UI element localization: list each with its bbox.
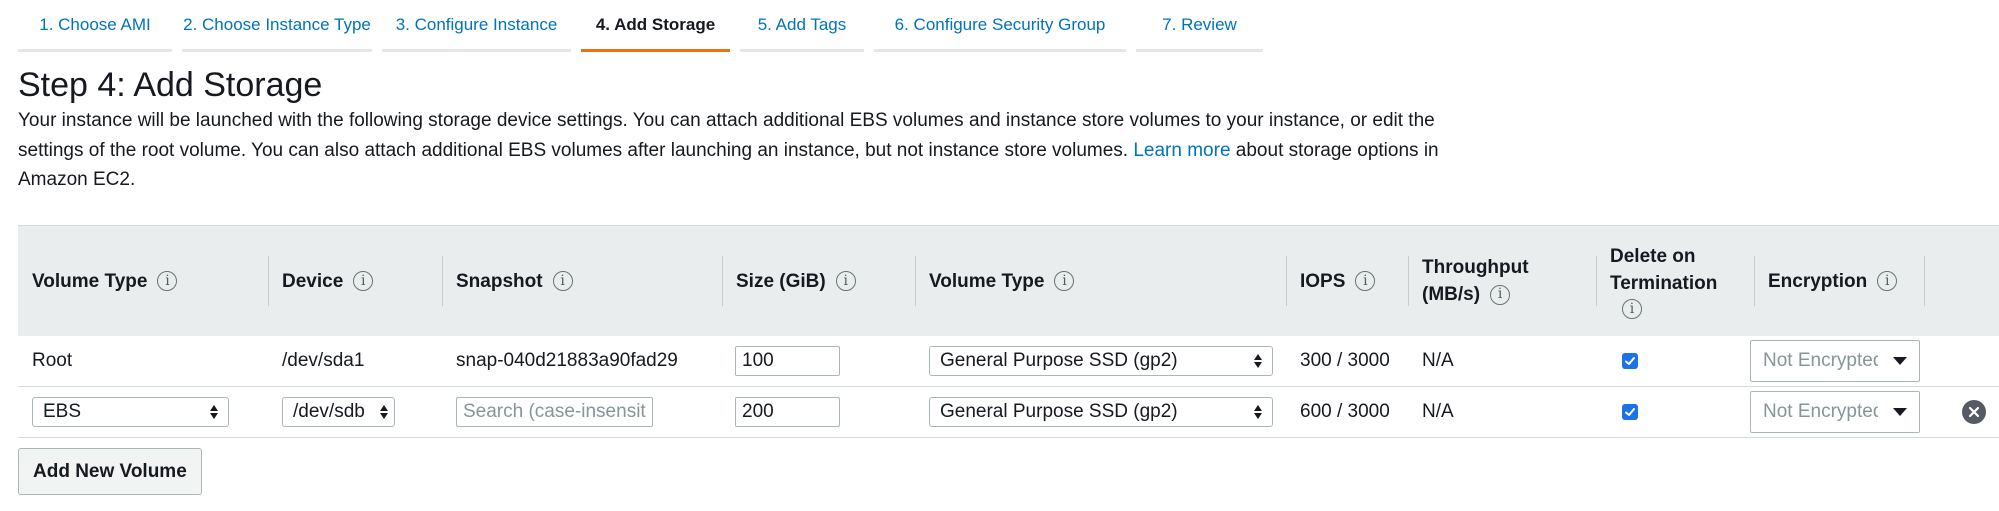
checkmark-icon [1625,357,1635,365]
header-snapshot: Snapshot i [442,226,573,336]
info-icon[interactable]: i [1877,271,1898,291]
header-throughput-line1: Throughput [1422,257,1529,278]
header-size: Size (GiB) i [722,226,856,336]
header-iops-label: IOPS [1300,270,1346,292]
header-volume-type: Volume Type i [32,226,178,336]
header-throughput-label: Throughput (MB/s) i [1422,254,1529,308]
row-delete-cell [1622,387,1638,437]
row-volume-type: Root [32,350,73,371]
header-ebs-volume-type: Volume Type i [915,226,1075,336]
row-volume-type-cell: EBS [32,387,229,437]
tab-configure-instance[interactable]: 3. Configure Instance [382,0,571,52]
info-icon[interactable]: i [353,271,374,291]
info-icon[interactable]: i [1490,284,1511,305]
row-iops: 600 / 3000 [1300,401,1390,422]
volume-type-select-value: EBS [43,401,82,422]
row-size-cell [735,387,840,437]
header-encryption: Encryption i [1754,226,1926,336]
header-iops: IOPS i [1286,226,1376,336]
volume-type-select[interactable]: EBS [32,397,229,427]
caret-down-icon [1893,408,1907,416]
row-size-cell [735,336,840,386]
encryption-select-value: Not Encrypted [1763,350,1878,371]
tab-configure-security-group[interactable]: 6. Configure Security Group [874,0,1126,52]
info-icon[interactable]: i [1622,299,1642,319]
row-device: /dev/sda1 [282,350,365,371]
header-delete-line1: Delete on [1610,246,1696,267]
tab-choose-instance-type[interactable]: 2. Choose Instance Type [182,0,372,52]
header-volume-type-label: Volume Type [32,270,148,292]
header-device: Device i [268,226,374,336]
header-delete-on-termination: Delete on Termination i [1596,226,1717,336]
row-throughput: N/A [1422,401,1454,422]
header-delete-info-wrap: i [1610,299,1717,319]
up-down-caret-icon [380,405,388,419]
row-encryption-cell: Not Encrypted [1750,387,1920,437]
row-ebs-volume-type-cell: General Purpose SSD (gp2) [929,336,1273,386]
table-row: Root /dev/sda1 snap-040d21883a90fad29 Ge… [18,336,1999,387]
volume-type-select-value: General Purpose SSD (gp2) [940,350,1178,371]
delete-on-termination-checkbox[interactable] [1622,353,1638,369]
add-new-volume-button[interactable]: Add New Volume [18,448,202,495]
info-icon[interactable]: i [552,271,573,291]
header-snapshot-label: Snapshot [456,270,543,292]
header-throughput: Throughput (MB/s) i [1408,226,1529,336]
volume-type-select[interactable]: General Purpose SSD (gp2) [929,346,1273,376]
volume-type-select[interactable]: General Purpose SSD (gp2) [929,397,1273,427]
learn-more-link[interactable]: Learn more [1133,140,1230,161]
size-input[interactable] [735,346,840,376]
up-down-caret-icon [1254,354,1262,368]
info-icon[interactable]: i [835,271,856,291]
up-down-caret-icon [1254,405,1262,419]
device-select-value: /dev/sdb [293,401,365,422]
storage-table-header: Volume Type i Device i Snapshot i Size (… [18,225,1999,336]
info-icon[interactable]: i [1054,271,1075,291]
device-select[interactable]: /dev/sdb [282,397,395,427]
info-icon[interactable]: i [1355,271,1376,291]
encryption-select[interactable]: Not Encrypted [1750,391,1920,433]
tab-add-storage[interactable]: 4. Add Storage [581,0,730,52]
row-encryption-cell: Not Encrypted [1750,336,1920,386]
header-device-label: Device [282,270,344,292]
header-delete-line2: Termination [1610,273,1718,294]
delete-on-termination-checkbox[interactable] [1622,404,1638,420]
row-iops: 300 / 3000 [1300,350,1390,371]
encryption-select[interactable]: Not Encrypted [1750,340,1920,382]
info-icon[interactable]: i [157,271,178,291]
header-throughput-line2: (MB/s) [1422,284,1481,305]
page-description: Your instance will be launched with the … [18,106,1458,195]
row-device-cell: /dev/sdb [282,387,395,437]
page-title: Step 4: Add Storage [18,66,323,104]
caret-down-icon [1893,357,1907,365]
row-delete-cell [1622,336,1638,386]
encryption-select-value: Not Encrypted [1763,401,1878,422]
tab-choose-ami[interactable]: 1. Choose AMI [18,0,172,52]
row-throughput: N/A [1422,350,1454,371]
row-snapshot: snap-040d21883a90fad29 [456,350,678,371]
up-down-caret-icon [210,405,218,419]
size-input[interactable] [735,397,840,427]
volume-type-select-value: General Purpose SSD (gp2) [940,401,1178,422]
tab-add-tags[interactable]: 5. Add Tags [740,0,864,52]
row-snapshot-cell [456,387,653,437]
snapshot-search-input[interactable] [456,397,653,427]
checkmark-icon [1625,408,1635,416]
close-icon [1968,406,1980,418]
row-ebs-volume-type-cell: General Purpose SSD (gp2) [929,387,1273,437]
wizard-tabs: 1. Choose AMI 2. Choose Instance Type 3.… [18,0,1273,52]
tab-review[interactable]: 7. Review [1136,0,1263,52]
header-delete-label: Delete on Termination i [1610,243,1717,319]
header-throughput-line2-wrap: (MB/s) i [1422,281,1529,308]
table-row: EBS /dev/sdb General Purpose SSD (gp2) 6… [18,387,1999,438]
header-encryption-label: Encryption [1768,270,1868,292]
header-size-label: Size (GiB) [736,270,826,292]
remove-circle-icon[interactable] [1962,400,1986,424]
header-ebs-volume-type-label: Volume Type [929,270,1045,292]
